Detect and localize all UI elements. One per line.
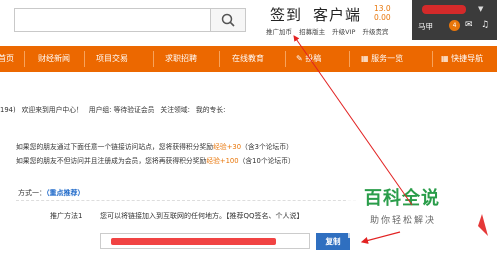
bell-icon[interactable]: ♫ [481, 20, 489, 30]
focus-label: 关注领域: [160, 106, 190, 114]
nav-label-services: 服务一览 [371, 54, 404, 63]
reward-line-visit: 如果您的朋友通过下面任意一个链接访问站点，您将获得积分奖励经验+30（含3个论坛… [16, 141, 293, 151]
user-panel[interactable]: ▼ 马甲 4 ✉ ♫ [412, 0, 497, 40]
grid-icon: ▦ [441, 54, 449, 63]
copy-button[interactable]: 复制 [316, 233, 350, 250]
redacted-username [422, 5, 466, 14]
reward-highlight: 经验+30 [213, 143, 242, 151]
upgrade-vip-link[interactable]: 升级VIP [332, 28, 355, 36]
arrow-pointer-icon [478, 214, 488, 236]
referral-link-field[interactable] [100, 233, 310, 249]
top-links: 推广加币 招募版主 升级VIP 升级贵宾 [266, 26, 394, 36]
nav-divider [219, 51, 220, 67]
redacted-link [111, 238, 276, 245]
sign-in-link[interactable]: 签到 [270, 4, 302, 25]
method-title: 方式一：（重点推荐） [18, 188, 85, 198]
user-info-line: 194) 欢迎来到用户中心！ 用户组: 等待验证会员 关注领域: 我的专长: [0, 104, 231, 114]
reward-text: 如果您的朋友不但访问并且注册成为会员，您将再获得积分奖励 [16, 157, 207, 165]
top-bar: 签到 客户端 推广加币 招募版主 升级VIP 升级贵宾 13.0 0.00 ▼ … [0, 0, 497, 43]
reward-text: （含3个论坛币） [241, 143, 293, 151]
nav-divider [285, 51, 286, 67]
search-icon [221, 13, 235, 27]
way-label: 推广方法1 [50, 212, 83, 220]
method-name: （重点推荐） [46, 189, 85, 197]
method-label: 方式一： [18, 189, 46, 197]
nav-label-quick-nav: 快捷导航 [451, 54, 484, 63]
way-description: 您可以将链接加入到互联网的任何地方。【推荐QQ签名、个人说】 [100, 212, 304, 220]
stat-value-mid: 0.00 [374, 13, 391, 22]
nav-item-project-trading[interactable]: 项目交易 [96, 53, 128, 64]
nav-label-submit: 投稿 [305, 54, 322, 63]
search-input[interactable] [14, 8, 210, 32]
mail-icon[interactable]: ✉ [465, 20, 473, 30]
nav-divider [84, 51, 85, 67]
reward-highlight: 经验+100 [206, 157, 239, 165]
nav-divider [24, 51, 25, 67]
search-button[interactable] [210, 8, 246, 32]
promote-link[interactable]: 推广加币 [266, 28, 292, 36]
reward-text: 如果您的朋友通过下面任意一个链接访问站点，您将获得积分奖励 [16, 143, 214, 151]
grid-icon: ▦ [361, 54, 369, 63]
watermark: 百科全说 助你轻松解决 [348, 178, 468, 238]
welcome-text: 欢迎来到用户中心！ [21, 106, 83, 114]
nav-divider [432, 51, 433, 67]
nav-item-services[interactable]: ▦ 服务一览 [361, 53, 403, 64]
watermark-subtitle: 助你轻松解决 [370, 216, 437, 226]
nav-item-jobs[interactable]: 求职招聘 [165, 53, 197, 64]
divider [16, 200, 356, 201]
nav-item-home[interactable]: 首页 [0, 53, 14, 64]
stat-value-top: 13.0 [374, 4, 391, 13]
notification-badge[interactable]: 4 [449, 20, 460, 31]
user-group: 用户组: 等待验证会员 [88, 106, 155, 114]
main-nav: 首页 财经新闻 项目交易 求职招聘 在线教育 ✎ 投稿 ▦ 服务一览 ▦ 快捷导… [0, 46, 497, 72]
upgrade-premium-link[interactable]: 升级贵宾 [363, 28, 389, 36]
chevron-down-icon[interactable]: ▼ [478, 5, 483, 13]
reward-text: （含10个论坛币） [238, 157, 295, 165]
recruit-moderator-link[interactable]: 招募版主 [299, 28, 325, 36]
pencil-icon: ✎ [296, 54, 303, 63]
specialty-label: 我的专长: [195, 106, 226, 114]
user-name[interactable]: 马甲 [418, 21, 433, 32]
nav-item-quick-nav[interactable]: ▦ 快捷导航 [441, 53, 483, 64]
nav-divider [349, 51, 350, 67]
user-id-tail: 194) [0, 106, 16, 114]
nav-item-finance-news[interactable]: 财经新闻 [38, 53, 70, 64]
reward-line-register: 如果您的朋友不但访问并且注册成为会员，您将再获得积分奖励经验+100（含10个论… [16, 155, 295, 165]
nav-divider [153, 51, 154, 67]
nav-item-submit[interactable]: ✎ 投稿 [296, 53, 321, 64]
client-link[interactable]: 客户端 [313, 4, 361, 25]
nav-item-education[interactable]: 在线教育 [232, 53, 264, 64]
watermark-title: 百科全说 [364, 188, 440, 209]
